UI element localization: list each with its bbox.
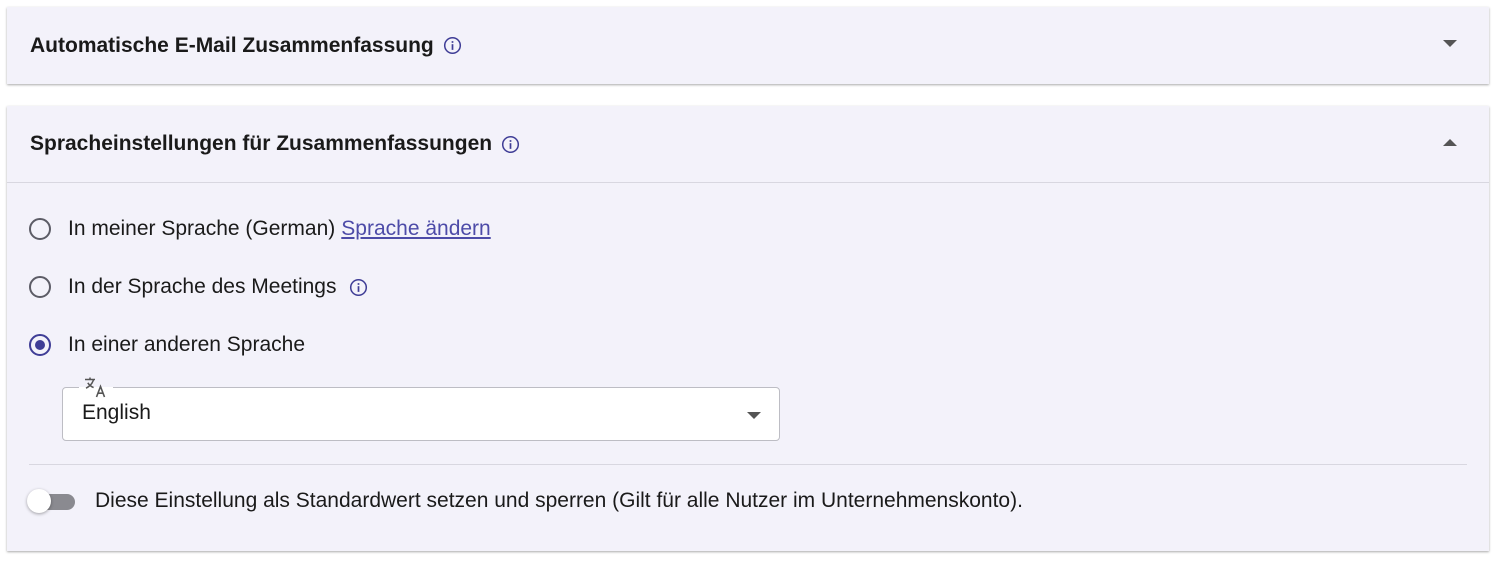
divider xyxy=(29,464,1467,465)
language-select[interactable]: English xyxy=(62,375,780,441)
chevron-down-icon[interactable] xyxy=(1443,40,1457,47)
radio-my-language[interactable] xyxy=(29,218,51,240)
default-toggle-label: Diese Einstellung als Standardwert setze… xyxy=(95,489,1023,512)
radio-other-language-label: In einer anderen Sprache xyxy=(68,333,305,356)
chevron-down-icon[interactable] xyxy=(747,412,761,419)
radio-row-other-language: In einer anderen Sprache xyxy=(29,333,305,357)
language-settings-panel-header[interactable]: Spracheinstellungen für Zusammenfassunge… xyxy=(7,106,1489,183)
change-language-link[interactable]: Sprache ändern xyxy=(341,217,490,241)
email-summary-panel: Automatische E-Mail Zusammenfassung xyxy=(7,7,1489,84)
radio-other-language[interactable] xyxy=(29,334,51,356)
translate-icon xyxy=(79,375,113,399)
chevron-up-icon[interactable] xyxy=(1443,139,1457,146)
email-summary-panel-header[interactable]: Automatische E-Mail Zusammenfassung xyxy=(7,7,1489,84)
language-select-value: English xyxy=(82,401,151,424)
default-lock-toggle[interactable] xyxy=(27,488,77,514)
email-summary-title: Automatische E-Mail Zusammenfassung xyxy=(30,33,434,57)
language-settings-panel: Spracheinstellungen für Zusammenfassunge… xyxy=(7,106,1489,551)
radio-meeting-language[interactable] xyxy=(29,276,51,298)
info-icon[interactable] xyxy=(349,278,368,297)
radio-meeting-language-label: In der Sprache des Meetings xyxy=(68,275,337,298)
info-icon[interactable] xyxy=(501,135,520,154)
toggle-thumb[interactable] xyxy=(27,489,51,513)
radio-row-my-language: In meiner Sprache (German) Sprache änder… xyxy=(29,217,491,241)
info-icon[interactable] xyxy=(443,36,462,55)
radio-row-meeting-language: In der Sprache des Meetings xyxy=(29,275,368,299)
default-toggle-row: Diese Einstellung als Standardwert setze… xyxy=(27,488,1023,514)
language-settings-title: Spracheinstellungen für Zusammenfassunge… xyxy=(30,132,493,155)
radio-my-language-label: In meiner Sprache (German) xyxy=(68,217,336,240)
